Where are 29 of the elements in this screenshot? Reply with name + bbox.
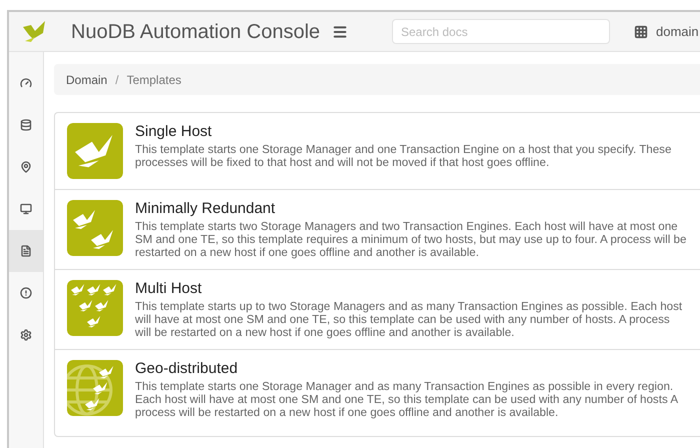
template-description: This template starts one Storage Manager and as many Transaction Engines as possible in every region. Each host will have at most one SM and one TE, so this template can be used with any number of hosts A process will be restarted on a new host if one goes offline and another is available. (135, 380, 679, 419)
search-field[interactable]: Search docs (392, 19, 610, 44)
gauge-icon (20, 77, 32, 89)
crane-logo-icon (67, 280, 123, 336)
apps-grid-icon[interactable] (634, 24, 648, 38)
template-description: This template starts two Storage Managers and two Transaction Engines. Each host will have at most one SM and one TE, so this template requires a minimum of two hosts, but may use up to four. A process will be restarted on a new host if one goes offline and another is available. (135, 220, 687, 259)
alert-icon (20, 287, 32, 299)
breadcrumb-link[interactable]: Domain (66, 70, 108, 88)
template-description: This template starts one Storage Manager and one Transaction Engine on a host that you specify. These processes will be fixed to that host and will not be moved if that host goes offline. (135, 143, 672, 169)
menu-icon (332, 24, 348, 40)
template-title: Single Host (135, 123, 213, 141)
crane-logo-icon (67, 200, 123, 256)
database-icon (20, 119, 32, 131)
crane-logo-icon (67, 360, 123, 416)
document-icon (20, 245, 32, 257)
map-pin-icon (20, 161, 32, 173)
monitor-icon (20, 203, 32, 215)
template-title: Minimally Redundant (135, 200, 276, 218)
sidebar-item[interactable] (9, 230, 43, 272)
template-title: Geo-distributed (135, 360, 239, 378)
crane-logo-icon (67, 123, 123, 179)
template-description: This template starts up to two Storage Managers and as many Transaction Engines as possible. Each host will have at most one SM and one TE, so this template can be used with any number of hosts. A process will be restarted on a new host if one goes offline and another is available. (135, 300, 684, 339)
template-card[interactable]: Single Host This template starts one Storage Manager and one Transaction Engine on a host that you specify. These processes will be fixed to that host and will not be moved if that host goes offline. (55, 113, 700, 189)
template-title: Multi Host (135, 280, 203, 298)
menu-button[interactable] (332, 24, 348, 40)
breadcrumb-separator: / (115, 72, 119, 88)
account-name[interactable]: domain (656, 22, 699, 42)
settings-icon (20, 329, 32, 341)
app-title: NuoDB Automation Console (71, 20, 320, 44)
